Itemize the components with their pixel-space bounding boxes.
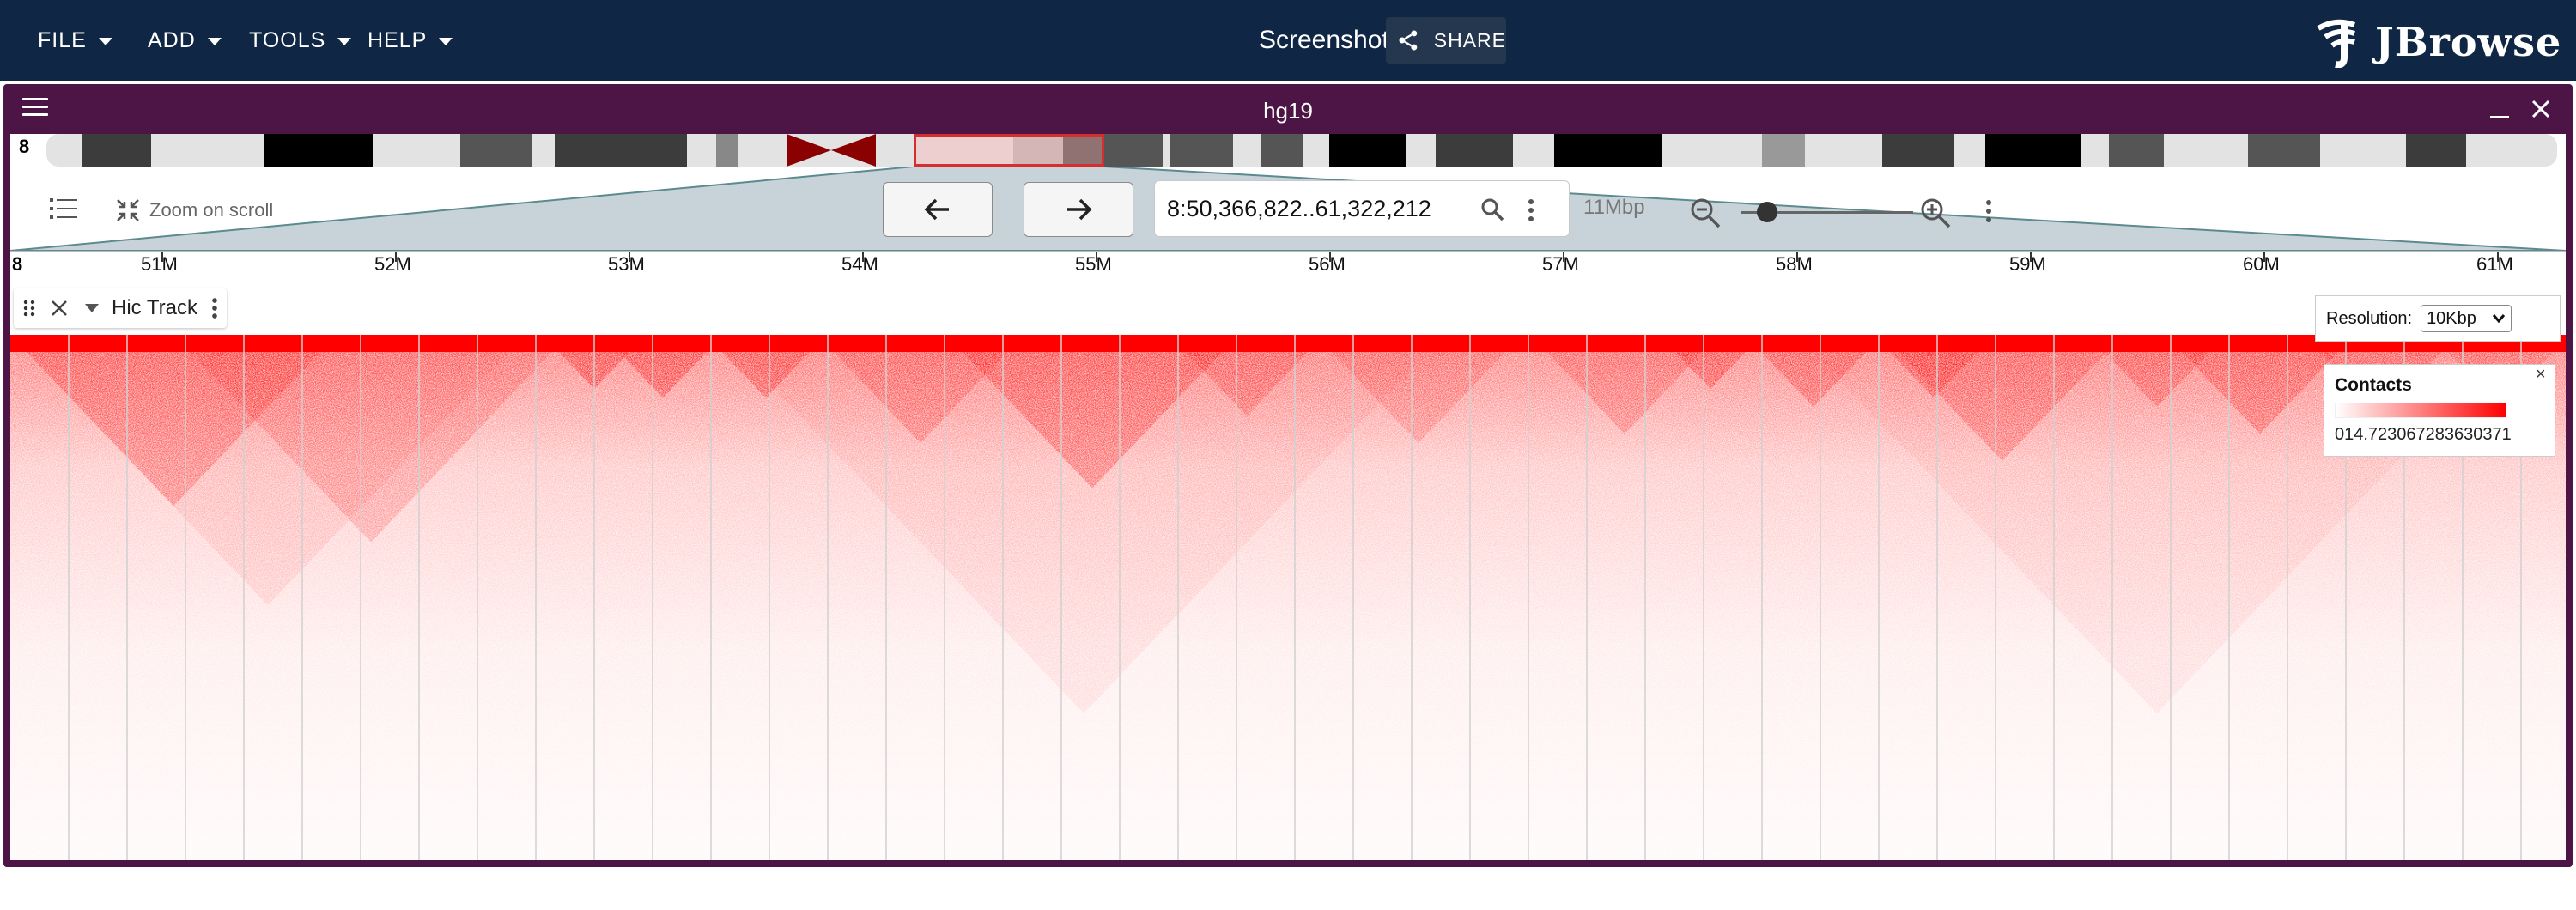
ideogram-band [1882, 134, 1954, 167]
chevron-down-icon[interactable] [84, 303, 100, 313]
hic-contact-map[interactable] [10, 335, 2566, 860]
resolution-label: Resolution: [2326, 308, 2413, 328]
ideogram-band [264, 134, 373, 167]
jbrowse-logo-icon [2317, 19, 2356, 68]
zoom-on-scroll-toggle[interactable]: Zoom on scroll [115, 197, 273, 223]
zoom-in-icon[interactable] [1918, 196, 1953, 230]
legend-range: 014.723067283630371 [2335, 425, 2512, 444]
chromosome-ideogram[interactable] [46, 134, 2557, 167]
ruler-tick-label: 54M [841, 253, 878, 275]
ideogram-band [460, 134, 532, 167]
track-selector-icon[interactable] [48, 196, 79, 221]
track-menu-icon[interactable] [210, 296, 220, 320]
ruler-tick-label: 57M [1542, 253, 1579, 275]
drag-handle-icon[interactable] [22, 298, 36, 318]
hic-diagonal-band [10, 335, 2566, 352]
tools-menu-label: TOOLS [249, 27, 326, 52]
share-label: SHARE [1433, 28, 1506, 52]
ideogram-band [1170, 134, 1233, 167]
ideogram-band [1436, 134, 1513, 167]
logo-text: JBrowse [2375, 19, 2562, 65]
arrow-left-icon [924, 198, 949, 221]
search-icon[interactable] [1479, 197, 1505, 222]
ideogram-band [1261, 134, 1303, 167]
legend-title: Contacts [2335, 375, 2412, 395]
help-menu-label: HELP [368, 27, 428, 52]
chevron-down-icon [337, 38, 352, 46]
close-icon[interactable] [2528, 96, 2554, 122]
share-icon [1399, 30, 1418, 51]
resolution-control: Resolution: 10Kbp [2315, 295, 2561, 342]
minimize-icon[interactable] [2490, 116, 2509, 118]
more-vert-icon[interactable] [1524, 197, 1538, 224]
chevron-down-icon [207, 38, 222, 46]
ideogram-band [716, 134, 738, 167]
ruler-tick-label: 55M [1075, 253, 1112, 275]
location-search-box [1154, 180, 1570, 237]
ideogram-band [1985, 134, 2081, 167]
share-button[interactable]: SHARE [1386, 17, 1506, 64]
add-menu[interactable]: ADD [148, 0, 222, 81]
app-bar: FILE ADD TOOLS HELP Screenshot SHARE JBr… [0, 0, 2576, 81]
track-name: Hic Track [112, 296, 198, 319]
ruler-tick-label: 59M [2009, 253, 2046, 275]
legend-close-button[interactable]: × [2536, 365, 2546, 385]
view-options-icon[interactable] [1982, 197, 1996, 225]
ruler-tick-label: 56M [1309, 253, 1346, 275]
ruler-tick-label: 53M [608, 253, 645, 275]
ideogram-band [82, 134, 151, 167]
hic-track: Hic Track Resolution: 10Kbp × Contacts 0… [10, 287, 2566, 860]
view-body: 8 Zoom on scroll 8:50,366,822..61,322,21… [10, 134, 2566, 860]
ruler-tick-label: 51M [141, 253, 178, 275]
scale-ruler[interactable]: 8 51M 52M 53M 54M 55M 56M 57M 58M 59M 60M 61M [10, 251, 2566, 287]
track-label: Hic Track [14, 288, 228, 328]
zoom-on-scroll-label: Zoom on scroll [149, 199, 274, 221]
close-track-icon[interactable] [50, 299, 69, 318]
ruler-tick-label: 52M [374, 253, 411, 275]
chromosome-label: 8 [19, 136, 30, 157]
jbrowse-logo: JBrowse [2310, 15, 2561, 69]
contacts-legend: × Contacts 014.723067283630371 [2324, 364, 2555, 457]
session-title[interactable]: Screenshot [1259, 26, 1389, 55]
tools-menu[interactable]: TOOLS [249, 0, 352, 81]
help-menu[interactable]: HELP [368, 0, 453, 81]
pan-right-button[interactable] [1024, 182, 1133, 237]
pan-left-button[interactable] [883, 182, 993, 237]
bp-per-view-label: 11Mbp [1583, 196, 1645, 219]
zoom-slider-thumb[interactable] [1757, 202, 1777, 222]
resolution-select[interactable]: 10Kbp [2421, 305, 2512, 332]
file-menu[interactable]: FILE [38, 0, 112, 81]
zoom-out-icon[interactable] [1688, 196, 1722, 230]
centromere-icon [787, 134, 876, 167]
legend-color-scale [2335, 403, 2506, 418]
add-menu-label: ADD [148, 27, 196, 52]
ideogram-band [1554, 134, 1662, 167]
location-input[interactable] [1167, 181, 1476, 236]
arrow-right-icon [1067, 198, 1092, 221]
ideogram-band [2406, 134, 2466, 167]
ideogram-band [1762, 134, 1805, 167]
ideogram-band [555, 134, 687, 167]
ruler-tick-label: 58M [1776, 253, 1813, 275]
ruler-tick-label: 61M [2476, 253, 2513, 275]
chevron-down-icon [2492, 314, 2506, 324]
ruler-tick-label: 60M [2243, 253, 2280, 275]
ideogram-band [1329, 134, 1406, 167]
resolution-value: 10Kbp [2427, 308, 2476, 328]
chevron-down-icon [98, 38, 112, 46]
current-region-highlight[interactable] [914, 134, 1104, 167]
view-header: hg19 [3, 84, 2573, 134]
ideogram-band [2248, 134, 2320, 167]
linear-genome-view: hg19 8 Zoom on scroll 8:50,366,822..61,3… [3, 84, 2573, 867]
view-title[interactable]: hg19 [3, 98, 2573, 124]
file-menu-label: FILE [38, 27, 87, 52]
collapse-arrows-icon [117, 199, 139, 221]
ruler-chromosome-label: 8 [12, 253, 23, 275]
ideogram-band [2109, 134, 2164, 167]
chevron-down-icon [439, 38, 453, 46]
